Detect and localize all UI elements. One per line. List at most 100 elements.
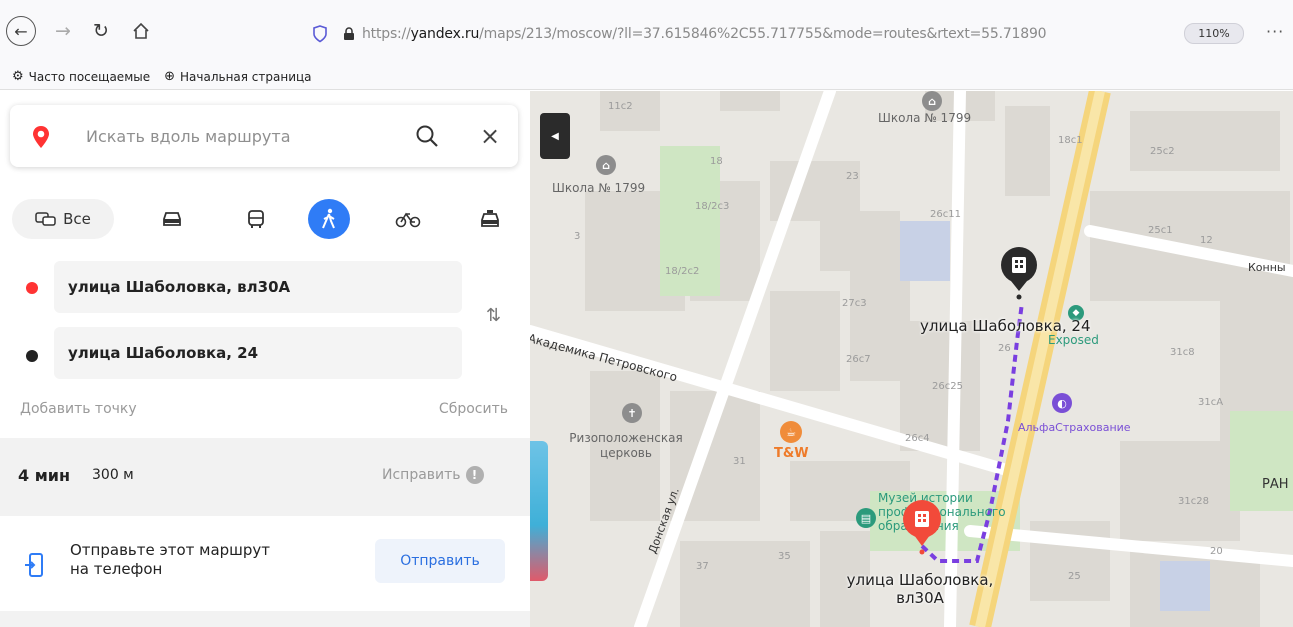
fix-route-button[interactable]: Исправить ! <box>382 466 484 484</box>
swap-arrows-icon[interactable]: ⇅ <box>486 305 501 326</box>
house-number: 25с1 <box>1148 225 1173 236</box>
bicycle-icon <box>395 212 421 228</box>
house-number: 31с8 <box>1170 347 1195 358</box>
house-number: 12 <box>1200 235 1213 246</box>
house-number: 20 <box>1210 546 1223 557</box>
send-button[interactable]: Отправить <box>375 539 505 583</box>
url-domain: yandex.ru <box>410 26 480 42</box>
reload-button[interactable]: ↻ <box>88 18 114 44</box>
school-label[interactable]: Школа № 1799 <box>878 111 971 125</box>
church-label[interactable]: Ризоположенская церковь <box>566 431 686 461</box>
bookmark-most-visited[interactable]: ⚙ Часто посещаемые <box>12 69 150 84</box>
back-button[interactable]: ← <box>6 16 36 46</box>
mode-all-label: Все <box>63 210 91 228</box>
address-bar[interactable]: https://yandex.ru/maps/213/moscow/?ll=37… <box>304 19 1250 49</box>
house-number: 18/2с2 <box>665 266 700 277</box>
shield-icon[interactable] <box>312 25 328 43</box>
browser-toolbar: ← → ↻ https://yandex.ru/maps/213/moscow/… <box>0 0 1293 64</box>
home-button[interactable] <box>128 18 154 44</box>
chevron-left-icon: ◀ <box>551 130 559 142</box>
shop-label[interactable]: Exposed <box>1048 333 1099 347</box>
mode-bus-button[interactable] <box>236 199 276 239</box>
mode-all-button[interactable]: Все <box>12 199 114 239</box>
zoom-indicator[interactable]: 110% <box>1184 23 1244 44</box>
house-number: 27с3 <box>842 298 867 309</box>
cafe-label[interactable]: T&W <box>774 446 809 461</box>
origin-label[interactable]: улица Шаболовка, вл30А <box>835 571 1005 607</box>
house-number: 31сА <box>1198 397 1224 408</box>
exclamation-icon: ! <box>465 466 484 484</box>
destination-field[interactable]: улица Шаболовка, 24 <box>54 327 462 379</box>
house-number: 3 <box>574 231 581 242</box>
close-icon[interactable]: × <box>480 123 500 149</box>
globe-icon: ⊕ <box>164 69 176 84</box>
taxi-icon <box>481 210 499 227</box>
house-number: 26с7 <box>846 354 871 365</box>
origin-field[interactable]: улица Шаболовка, вл30А <box>54 261 462 313</box>
destination-dot <box>26 350 38 362</box>
house-number: 25 <box>1068 571 1081 582</box>
house-number: 11с2 <box>608 101 633 112</box>
reset-link[interactable]: Сбросить <box>439 401 508 417</box>
house-number: 18 <box>710 156 723 167</box>
street-label: Конны <box>1248 261 1286 274</box>
school-icon[interactable]: ⌂ <box>596 155 616 175</box>
pedestrian-icon <box>322 208 335 229</box>
send-to-phone-row: Отправьте этот маршрут на телефон Отправ… <box>0 516 530 611</box>
panel-divider <box>0 611 530 627</box>
traffic-scale-bar <box>530 441 548 581</box>
route-search-box[interactable]: Искать вдоль маршрута × <box>10 105 518 167</box>
school-label[interactable]: Школа № 1799 <box>552 181 645 195</box>
route-distance: 300 м <box>92 467 134 483</box>
origin-dot <box>26 282 38 294</box>
bookmarks-bar: ⚙ Часто посещаемые ⊕ Начальная страница <box>0 64 1293 90</box>
search-input[interactable]: Искать вдоль маршрута <box>86 127 291 146</box>
cafe-icon[interactable]: ☕ <box>780 421 802 443</box>
pah-label: РАН <box>1262 477 1289 492</box>
home-icon <box>133 22 149 39</box>
collapse-panel-button[interactable]: ◀ <box>540 113 570 159</box>
car-icon <box>163 212 181 226</box>
house-number: 18/2с3 <box>695 201 730 212</box>
transport-mode-selector: Все <box>0 197 530 241</box>
house-number: 26с4 <box>905 433 930 444</box>
insurance-icon[interactable]: ◐ <box>1052 393 1072 413</box>
forward-button[interactable]: → <box>50 18 76 44</box>
house-number: 23 <box>846 171 859 182</box>
church-icon[interactable]: ✝ <box>622 403 642 423</box>
add-point-link[interactable]: Добавить точку <box>20 401 137 417</box>
bus-icon <box>248 210 264 228</box>
origin-pin-icon[interactable] <box>900 499 944 557</box>
mode-car-button[interactable] <box>152 199 192 239</box>
mode-bicycle-button[interactable] <box>388 199 428 239</box>
more-menu-button[interactable]: ··· <box>1266 22 1284 41</box>
house-number: 25с2 <box>1150 146 1175 157</box>
route-summary[interactable]: 4 мин 300 м Исправить ! <box>0 438 530 516</box>
route-panel: Искать вдоль маршрута × Все улица Шаболо… <box>0 91 530 627</box>
url-text[interactable]: https://yandex.ru/maps/213/moscow/?ll=37… <box>362 26 1162 42</box>
house-number: 26с11 <box>930 209 961 220</box>
house-number: 26 <box>998 343 1011 354</box>
mode-taxi-button[interactable] <box>470 199 510 239</box>
search-icon[interactable] <box>414 123 440 149</box>
send-to-phone-text: Отправьте этот маршрут на телефон <box>70 541 271 578</box>
phone-send-icon <box>25 553 43 577</box>
fix-route-label: Исправить <box>382 467 461 483</box>
bookmark-home-page[interactable]: ⊕ Начальная страница <box>164 69 311 84</box>
location-pin-icon <box>33 126 49 148</box>
multi-transport-icon <box>35 212 56 226</box>
house-number: 31с28 <box>1178 496 1209 507</box>
house-number: 35 <box>778 551 791 562</box>
house-number: 31 <box>733 456 746 467</box>
mode-pedestrian-button[interactable] <box>308 199 350 239</box>
destination-label[interactable]: улица Шаболовка, 24 <box>920 317 1091 335</box>
route-time: 4 мин <box>18 466 71 485</box>
map-view[interactable]: ◀ 11с2 18 18/2с3 18/2с2 23 26с11 27с3 26… <box>530 91 1293 627</box>
destination-pin-icon[interactable] <box>997 245 1041 301</box>
museum-icon[interactable]: ▤ <box>856 508 876 528</box>
lock-icon[interactable] <box>342 27 356 41</box>
school-icon[interactable]: ⌂ <box>922 91 942 111</box>
house-number: 37 <box>696 561 709 572</box>
gear-icon: ⚙ <box>12 69 24 84</box>
insurance-label[interactable]: АльфаСтрахование <box>1018 421 1131 434</box>
